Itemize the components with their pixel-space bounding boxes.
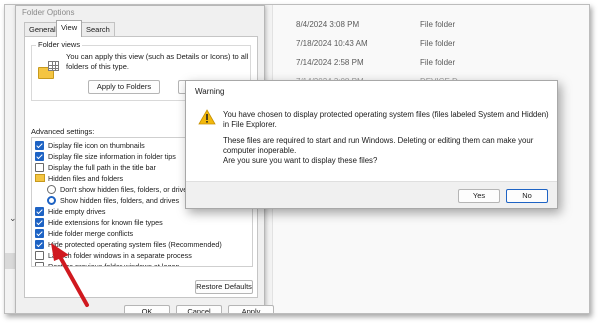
tab-search[interactable]: Search — [81, 22, 115, 36]
date-modified-cell: 8/4/2024 3:08 PM — [296, 20, 360, 29]
file-list-row[interactable]: 7/14/2024 2:58 PM File folder — [275, 53, 589, 72]
dialog-title: Folder Options — [22, 8, 75, 17]
setting-label: Display the full path in the title bar — [48, 163, 156, 172]
setting-label: Don't show hidden files, folders, or dri… — [60, 185, 191, 194]
warning-message: You have chosen to display protected ope… — [223, 110, 553, 172]
tab-view[interactable]: View — [56, 20, 83, 37]
folder-views-description: You can apply this view (such as Details… — [66, 52, 249, 71]
warning-body: You have chosen to display protected ope… — [186, 101, 557, 177]
warning-paragraph-2: These files are required to start and ru… — [223, 136, 534, 155]
setting-label: Hide extensions for known file types — [48, 218, 163, 227]
cancel-button[interactable]: Cancel — [176, 305, 222, 313]
setting-label: Hidden files and folders — [48, 174, 124, 183]
warning-icon — [198, 109, 216, 125]
checkbox-checked-icon[interactable] — [35, 207, 44, 216]
checkbox-unchecked-icon[interactable] — [35, 163, 44, 172]
folder-views-icon — [38, 61, 60, 81]
restore-defaults-button[interactable]: Restore Defaults — [195, 280, 253, 294]
checkbox-checked-icon[interactable] — [35, 240, 44, 249]
type-cell: File folder — [420, 39, 456, 48]
apply-button[interactable]: Apply — [228, 305, 274, 313]
no-button[interactable]: No — [506, 189, 548, 203]
folder-views-label: Folder views — [36, 40, 83, 49]
red-arrow-annotation — [51, 243, 89, 307]
radio-unselected-icon[interactable] — [47, 185, 56, 194]
checkbox-checked-icon[interactable] — [35, 229, 44, 238]
setting-label: Hide folder merge conflicts — [48, 229, 134, 238]
checkbox-checked-icon[interactable] — [35, 218, 44, 227]
yes-button[interactable]: Yes — [458, 189, 500, 203]
checkbox-checked-icon[interactable] — [35, 141, 44, 150]
checkbox-checked-icon[interactable] — [35, 152, 44, 161]
checkbox-unchecked-icon[interactable] — [35, 251, 44, 260]
advanced-settings-label: Advanced settings: — [31, 127, 95, 136]
type-cell: File folder — [420, 58, 456, 67]
setting-label: Display file icon on thumbnails — [48, 141, 145, 150]
warning-paragraph-3: Are you sure you want to display these f… — [223, 156, 378, 165]
folder-icon — [35, 174, 45, 182]
checkbox-unchecked-icon[interactable] — [35, 262, 44, 266]
radio-selected-icon[interactable] — [47, 196, 56, 205]
warning-title: Warning — [195, 87, 225, 96]
setting-label: Show hidden files, folders, and drives — [60, 196, 180, 205]
ok-button[interactable]: OK — [124, 305, 170, 313]
warning-paragraph-1: You have chosen to display protected ope… — [223, 110, 549, 129]
type-cell: File folder — [420, 20, 456, 29]
apply-to-folders-button[interactable]: Apply to Folders — [88, 80, 160, 94]
file-list-row[interactable]: 8/4/2024 3:08 PM File folder — [275, 15, 589, 34]
date-modified-cell: 7/18/2024 10:43 AM — [296, 39, 368, 48]
warning-button-bar: Yes No — [186, 181, 557, 208]
file-list-row[interactable]: 7/18/2024 10:43 AM File folder — [275, 34, 589, 53]
date-modified-cell: 7/14/2024 2:58 PM — [296, 58, 364, 67]
screenshot-frame: ⌄ 8/4/2024 3:08 PM File folder 7/18/2024 1… — [4, 4, 590, 314]
setting-label: Display file size information in folder … — [48, 152, 176, 161]
setting-label: Hide empty drives — [48, 207, 106, 216]
warning-dialog: Warning You have chosen to display prote… — [185, 80, 558, 209]
